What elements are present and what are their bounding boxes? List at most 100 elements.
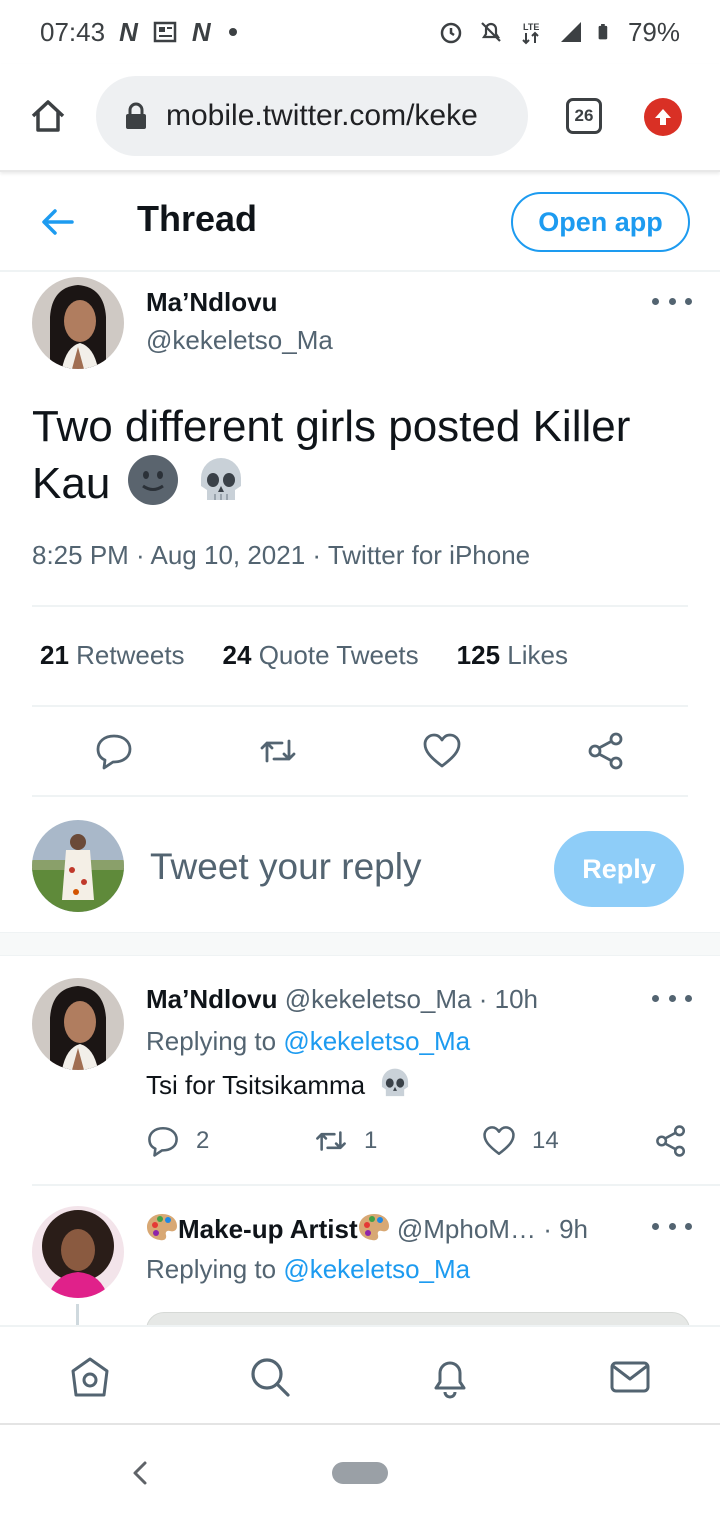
retweet-icon[interactable] bbox=[258, 731, 298, 771]
reply-share-action[interactable] bbox=[654, 1124, 688, 1158]
divider bbox=[32, 605, 688, 607]
mute-bell-icon bbox=[481, 22, 501, 42]
replying-to: Replying to @kekeletso_Ma bbox=[146, 1254, 470, 1285]
retweet-icon bbox=[316, 1131, 346, 1151]
avatar[interactable] bbox=[32, 277, 124, 369]
like-count: 14 bbox=[532, 1127, 559, 1154]
current-user-avatar[interactable] bbox=[32, 820, 124, 912]
reply-icon bbox=[148, 1126, 178, 1157]
home-icon[interactable] bbox=[28, 96, 68, 136]
author-name[interactable]: Ma’Ndlovu bbox=[146, 287, 277, 318]
replying-to-link[interactable]: @kekeletso_Ma bbox=[283, 1254, 470, 1284]
retweets-stat[interactable]: 21 Retweets bbox=[40, 640, 185, 671]
lte-data-icon: LTE bbox=[522, 22, 539, 45]
reply-input[interactable]: Tweet your reply bbox=[150, 846, 421, 888]
reply-avatar[interactable] bbox=[32, 978, 124, 1070]
likes-count: 125 bbox=[456, 640, 501, 670]
artist-palette-icon bbox=[147, 1214, 177, 1241]
section-separator bbox=[0, 932, 720, 956]
like-heart-icon[interactable] bbox=[422, 731, 462, 771]
quotes-label: Quote Tweets bbox=[258, 640, 419, 670]
thread-header: Thread Open app bbox=[0, 172, 720, 272]
reply-retweet-action[interactable]: 1 bbox=[314, 1124, 377, 1158]
arrow-up-icon bbox=[655, 109, 671, 125]
quotes-count: 24 bbox=[222, 640, 252, 670]
reply-icon[interactable] bbox=[94, 731, 134, 771]
browser-toolbar: mobile.twitter.com/keke 26 bbox=[0, 64, 720, 172]
reply-actions: 2 1 14 bbox=[146, 1124, 690, 1160]
back-arrow-icon[interactable] bbox=[38, 202, 78, 242]
reply-time[interactable]: · 9h bbox=[543, 1214, 588, 1244]
tweet-stats: 21 Retweets 24 Quote Tweets 125 Likes bbox=[40, 640, 568, 671]
page-title: Thread bbox=[137, 198, 258, 239]
system-navigation-bar bbox=[0, 1426, 720, 1520]
open-app-button[interactable]: Open app bbox=[511, 192, 690, 252]
new-moon-face-icon bbox=[127, 455, 178, 505]
divider bbox=[32, 1184, 720, 1186]
messages-envelope-icon[interactable] bbox=[608, 1355, 652, 1399]
tweet-text: Two different girls posted Killer Kau bbox=[32, 400, 692, 511]
likes-stat[interactable]: 125 Likes bbox=[457, 640, 568, 671]
reply-author-name[interactable]: Make-up Artist bbox=[178, 1214, 358, 1244]
bottom-navigation bbox=[0, 1325, 720, 1425]
divider bbox=[32, 705, 688, 707]
skull-icon bbox=[200, 458, 241, 500]
tab-switcher-button[interactable]: 26 bbox=[566, 98, 602, 134]
system-back-icon[interactable] bbox=[128, 1458, 152, 1488]
system-home-pill[interactable] bbox=[332, 1462, 388, 1484]
retweet-count: 1 bbox=[364, 1127, 378, 1154]
reply-like-action[interactable]: 14 bbox=[482, 1124, 559, 1158]
reply-author-name[interactable]: Ma’Ndlovu bbox=[146, 984, 277, 1014]
quote-tweets-stat[interactable]: 24 Quote Tweets bbox=[223, 640, 419, 671]
more-options-icon[interactable] bbox=[652, 991, 692, 1005]
replying-to-prefix: Replying to bbox=[146, 1254, 277, 1284]
like-heart-icon bbox=[483, 1126, 515, 1156]
netflix-notification-icon-2: N bbox=[191, 16, 211, 47]
reply-author-handle[interactable]: @MphoM… bbox=[397, 1214, 536, 1244]
reply-button[interactable]: Reply bbox=[554, 831, 684, 907]
reply-text-body: Tsi for Tsitsikamma bbox=[146, 1070, 366, 1100]
share-icon bbox=[656, 1125, 686, 1157]
battery-icon bbox=[598, 24, 608, 40]
reply-avatar[interactable] bbox=[32, 1206, 124, 1298]
reply-text: Tsi for Tsitsikamma bbox=[146, 1066, 412, 1101]
more-options-icon[interactable] bbox=[652, 294, 692, 308]
retweets-label: Retweets bbox=[76, 640, 185, 670]
more-options-icon[interactable] bbox=[652, 1219, 692, 1233]
retweets-count: 21 bbox=[40, 640, 69, 670]
reply-header: Ma’Ndlovu @kekeletso_Ma · 10h bbox=[146, 984, 538, 1015]
more-notifications-dot bbox=[228, 28, 237, 36]
lock-icon bbox=[126, 102, 146, 129]
tweet-text-body: Two different girls posted Killer Kau bbox=[32, 402, 631, 508]
reply-reply-action[interactable]: 2 bbox=[146, 1124, 209, 1158]
url-text: mobile.twitter.com/keke bbox=[166, 99, 478, 132]
status-time: 07:43 bbox=[40, 16, 106, 47]
tweet-timestamp[interactable]: 8:25 PM · Aug 10, 2021 · Twitter for iPh… bbox=[32, 540, 530, 571]
update-available-button[interactable] bbox=[644, 98, 682, 136]
reply-author-handle[interactable]: @kekeletso_Ma bbox=[285, 984, 472, 1014]
author-handle[interactable]: @kekeletso_Ma bbox=[146, 325, 333, 356]
notifications-bell-icon[interactable] bbox=[428, 1355, 472, 1399]
reply-count: 2 bbox=[196, 1127, 210, 1154]
svg-text:LTE: LTE bbox=[523, 22, 539, 32]
replying-to-prefix: Replying to bbox=[146, 1026, 277, 1056]
address-bar[interactable]: mobile.twitter.com/keke bbox=[96, 76, 528, 156]
divider bbox=[32, 795, 688, 797]
artist-palette-icon bbox=[358, 1214, 389, 1241]
status-bar: 07:43 N N LTE 79% bbox=[0, 0, 720, 64]
replying-to-link[interactable]: @kekeletso_Ma bbox=[283, 1026, 470, 1056]
skull-icon bbox=[382, 1068, 409, 1097]
search-nav-icon[interactable] bbox=[248, 1355, 292, 1399]
news-notification-icon bbox=[153, 21, 177, 43]
reply-header: Make-up Artist @MphoM… · 9h bbox=[146, 1212, 588, 1245]
reply-time[interactable]: · 10h bbox=[479, 984, 538, 1014]
battery-percent: 79% bbox=[627, 16, 680, 47]
replying-to: Replying to @kekeletso_Ma bbox=[146, 1026, 470, 1057]
share-icon[interactable] bbox=[586, 731, 626, 771]
alarm-icon bbox=[440, 22, 462, 44]
tweet-actions bbox=[32, 727, 688, 775]
home-nav-icon[interactable] bbox=[68, 1355, 112, 1399]
signal-icon bbox=[560, 22, 581, 42]
netflix-notification-icon: N bbox=[119, 16, 138, 47]
likes-label: Likes bbox=[507, 640, 568, 670]
